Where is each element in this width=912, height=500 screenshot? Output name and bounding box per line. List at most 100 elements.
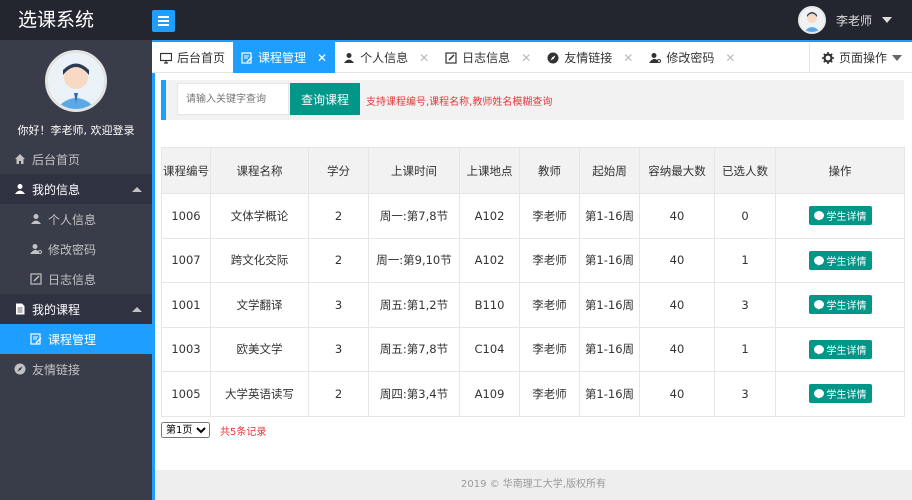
location-cell: A102 — [459, 237, 520, 283]
close-icon[interactable]: ✕ — [623, 51, 633, 65]
location-cell: A109 — [459, 371, 520, 417]
column-header: 容纳最大数 — [639, 147, 715, 194]
credits-cell: 3 — [308, 326, 369, 372]
search-input[interactable] — [177, 83, 289, 115]
student-details-button[interactable]: 学生详情 — [808, 295, 872, 315]
class-time-cell: 周一:第9,10节 — [368, 237, 460, 283]
sidebar-item-change-password[interactable]: 修改密码 — [0, 234, 152, 264]
location-cell: A102 — [459, 193, 520, 239]
button-label: 学生详情 — [826, 212, 867, 224]
student-details-button[interactable]: 学生详情 — [808, 339, 872, 359]
location-cell: C104 — [459, 326, 520, 372]
page-select[interactable]: 第1页 — [161, 422, 210, 438]
column-header: 操作 — [775, 147, 905, 194]
avatar — [797, 6, 826, 34]
menu-toggle-button[interactable] — [152, 10, 175, 32]
sidebar-item-label: 修改密码 — [48, 242, 97, 257]
table-row: 1007 跨文化交际 2 周一:第9,10节 A102 李老师 第1-16周 4… — [161, 237, 905, 283]
close-icon[interactable]: ✕ — [317, 51, 327, 65]
tab-bar: 后台首页 课程管理 ✕ 个人信息 ✕ 日志信息 ✕ 友情链接 ✕ 修改密码 ✕ … — [152, 40, 912, 73]
button-label: 学生详情 — [826, 390, 867, 402]
sidebar-item-label: 后台首页 — [32, 152, 81, 167]
edit-icon — [241, 51, 253, 64]
column-header: 已选人数 — [714, 147, 776, 194]
course-id-cell: 1005 — [161, 371, 211, 417]
weeks-cell: 第1-16周 — [579, 237, 640, 283]
tab-change-password[interactable]: 修改密码 ✕ — [641, 42, 743, 73]
course-name-cell: 文学翻译 — [210, 282, 309, 328]
table-row: 1006 文体学概论 2 周一:第7,8节 A102 李老师 第1-16周 40… — [161, 193, 905, 239]
close-icon[interactable]: ✕ — [419, 51, 429, 65]
user-key-icon — [649, 52, 662, 64]
search-courses-button[interactable]: 查询课程 — [290, 83, 360, 115]
avatar — [45, 50, 107, 112]
page-operations-label: 页面操作 — [838, 51, 887, 65]
tab-links[interactable]: 友情链接 ✕ — [539, 42, 641, 73]
sidebar-group-my-courses[interactable]: 我的课程 — [0, 294, 152, 324]
close-icon[interactable]: ✕ — [521, 51, 531, 65]
course-name-cell: 大学英语读写 — [210, 371, 309, 417]
column-header: 起始周 — [579, 147, 640, 194]
sidebar-item-profile[interactable]: 个人信息 — [0, 204, 152, 234]
tab-profile[interactable]: 个人信息 ✕ — [335, 42, 437, 73]
sidebar-item-label: 课程管理 — [48, 332, 97, 347]
course-id-cell: 1001 — [161, 282, 211, 328]
top-header: 选课系统 李老师 — [0, 0, 912, 40]
sidebar-item-links[interactable]: 友情链接 — [0, 354, 152, 384]
table-row: 1001 文学翻译 3 周五:第1,2节 B110 李老师 第1-16周 40 … — [161, 282, 905, 328]
main-content: 查询课程 支持课程编号,课程名称,教师姓名模糊查询 课程编号 课程名称 学分 上… — [155, 73, 912, 470]
edit-icon — [445, 51, 457, 64]
compass-icon — [14, 363, 26, 375]
course-id-cell: 1006 — [161, 193, 211, 239]
enrolled-cell: 3 — [714, 371, 776, 417]
table-row: 1005 大学英语读写 2 周四:第3,4节 A109 李老师 第1-16周 4… — [161, 371, 905, 417]
course-name-cell: 文体学概论 — [210, 193, 309, 239]
class-time-cell: 周四:第3,4节 — [368, 371, 460, 417]
chat-icon — [813, 389, 824, 400]
tab-course-management[interactable]: 课程管理 ✕ — [233, 42, 336, 73]
user-menu[interactable]: 李老师 — [797, 0, 892, 40]
user-name: 李老师 — [835, 13, 872, 28]
course-table: 课程编号 课程名称 学分 上课时间 上课地点 教师 起始周 容纳最大数 已选人数… — [161, 147, 905, 417]
teacher-cell: 李老师 — [519, 237, 580, 283]
course-id-cell: 1003 — [161, 326, 211, 372]
sidebar-group-my-info[interactable]: 我的信息 — [0, 174, 152, 204]
enrolled-cell: 1 — [714, 237, 776, 283]
credits-cell: 2 — [308, 193, 369, 239]
class-time-cell: 周一:第7,8节 — [368, 193, 460, 239]
course-id-cell: 1007 — [161, 237, 211, 283]
sidebar-item-course-management[interactable]: 课程管理 — [0, 324, 152, 354]
credits-cell: 3 — [308, 282, 369, 328]
capacity-cell: 40 — [639, 371, 715, 417]
sidebar-item-logs[interactable]: 日志信息 — [0, 264, 152, 294]
tab-home[interactable]: 后台首页 — [152, 42, 233, 73]
column-header: 上课地点 — [459, 147, 520, 194]
weeks-cell: 第1-16周 — [579, 326, 640, 372]
weeks-cell: 第1-16周 — [579, 371, 640, 417]
student-details-button[interactable]: 学生详情 — [808, 384, 872, 404]
action-cell: 学生详情 — [775, 282, 905, 328]
credits-cell: 2 — [308, 237, 369, 283]
tab-logs[interactable]: 日志信息 ✕ — [437, 42, 539, 73]
weeks-cell: 第1-16周 — [579, 282, 640, 328]
location-cell: B110 — [459, 282, 520, 328]
student-details-button[interactable]: 学生详情 — [808, 250, 872, 270]
gear-icon — [821, 51, 834, 64]
record-count: 共5条记录 — [220, 426, 267, 438]
sidebar-item-label: 我的课程 — [32, 302, 81, 317]
action-cell: 学生详情 — [775, 237, 905, 283]
user-key-icon — [30, 243, 42, 255]
close-icon[interactable]: ✕ — [725, 51, 735, 65]
course-name-cell: 欧美文学 — [210, 326, 309, 372]
enrolled-cell: 3 — [714, 282, 776, 328]
table-row: 1003 欧美文学 3 周五:第7,8节 C104 李老师 第1-16周 40 … — [161, 326, 905, 372]
sidebar-item-home[interactable]: 后台首页 — [0, 144, 152, 174]
hamburger-icon — [158, 16, 169, 18]
student-details-button[interactable]: 学生详情 — [808, 206, 872, 226]
class-time-cell: 周五:第7,8节 — [368, 326, 460, 372]
page-operations-menu[interactable]: 页面操作 — [808, 42, 912, 73]
search-bar: 查询课程 支持课程编号,课程名称,教师姓名模糊查询 — [161, 80, 904, 120]
chat-icon — [813, 255, 824, 266]
chevron-up-icon — [132, 307, 142, 312]
table-header-row: 课程编号 课程名称 学分 上课时间 上课地点 教师 起始周 容纳最大数 已选人数… — [161, 147, 905, 194]
